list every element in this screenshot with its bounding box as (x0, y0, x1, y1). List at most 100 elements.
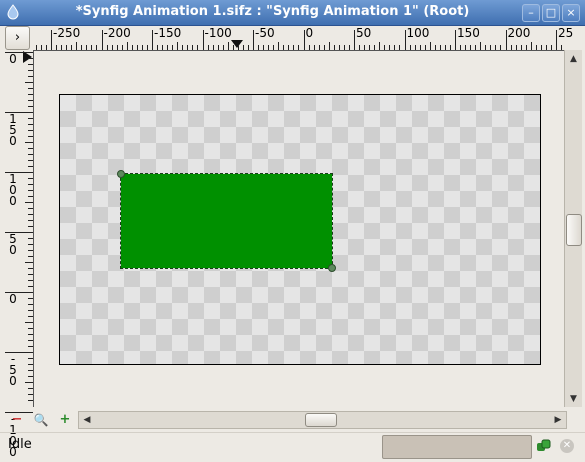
hruler-minor-tick (485, 45, 487, 50)
vertical-scroll-thumb[interactable] (566, 214, 582, 246)
horizontal-scroll-thumb[interactable] (305, 413, 337, 427)
vertical-scrollbar[interactable]: ▲ ▼ (564, 50, 582, 407)
vruler-minor-tick (28, 256, 33, 257)
hruler-minor-tick (157, 45, 159, 50)
vruler-major-tick (5, 352, 33, 353)
vruler-minor-tick (28, 298, 33, 299)
vruler-minor-tick (25, 382, 33, 383)
hruler-minor-tick (369, 45, 371, 50)
hruler-minor-tick (561, 45, 563, 50)
vruler-minor-tick (28, 154, 33, 155)
vruler-minor-tick (28, 244, 33, 245)
hruler-minor-tick (394, 45, 396, 50)
hruler-minor-tick (182, 45, 184, 50)
animation-mode-icon[interactable] (536, 438, 552, 454)
vruler-label: 5 0 (9, 232, 17, 257)
hruler-minor-tick (409, 45, 411, 50)
vruler-minor-tick (28, 64, 33, 65)
scroll-right-icon[interactable]: ▶ (551, 412, 565, 428)
hruler-major-tick (202, 30, 204, 50)
vruler-minor-tick (28, 316, 33, 317)
hruler-minor-tick (545, 45, 547, 50)
vruler-minor-tick (28, 148, 33, 149)
hruler-minor-tick (86, 45, 88, 50)
hruler-minor-tick (313, 45, 315, 50)
hruler-minor-tick (136, 45, 138, 50)
hruler-minor-tick (434, 45, 436, 50)
status-text: Idle (8, 437, 32, 452)
hruler-minor-tick (91, 45, 93, 50)
hruler-label: 100 (406, 26, 430, 40)
hruler-minor-tick (116, 45, 118, 50)
hruler-minor-tick (293, 45, 295, 50)
hruler-minor-tick (515, 45, 517, 50)
scroll-down-icon[interactable]: ▼ (565, 392, 582, 406)
rect-point1-handle[interactable] (117, 170, 125, 178)
vruler-minor-tick (25, 262, 33, 263)
hruler-minor-tick (146, 45, 148, 50)
maximize-icon[interactable]: □ (542, 4, 560, 22)
hruler-major-tick (404, 30, 406, 50)
zoom-in-icon[interactable]: + (56, 411, 74, 429)
hruler-minor-tick (278, 42, 280, 50)
vruler-minor-tick (28, 106, 33, 107)
hruler-minor-tick (414, 45, 416, 50)
hruler-minor-tick (242, 45, 244, 50)
hruler-label: -200 (103, 26, 131, 40)
hruler-minor-tick (374, 45, 376, 50)
hruler-major-tick (303, 30, 305, 50)
hruler-minor-tick (167, 45, 169, 50)
hruler-minor-tick (35, 45, 37, 50)
hruler-minor-tick (389, 45, 391, 50)
hruler-major-tick (505, 30, 507, 50)
hruler-minor-tick (268, 45, 270, 50)
hruler-minor-tick (232, 45, 234, 50)
hruler-minor-tick (328, 42, 330, 50)
hruler-minor-tick (187, 45, 189, 50)
vruler-minor-tick (28, 304, 33, 305)
minimize-icon[interactable]: – (522, 4, 540, 22)
horizontal-ruler: -250 -200 -150 -100 -50 0 50 100 150 200 25 (34, 26, 573, 51)
stop-icon[interactable]: ✕ (560, 439, 574, 453)
hruler-minor-tick (126, 42, 128, 50)
hruler-minor-tick (141, 45, 143, 50)
vruler-minor-tick (28, 160, 33, 161)
hruler-minor-tick (66, 45, 68, 50)
vruler-minor-tick (28, 286, 33, 287)
hruler-minor-tick (495, 45, 497, 50)
scroll-left-icon[interactable]: ◀ (80, 412, 94, 428)
green-rectangle-layer[interactable] (120, 173, 333, 269)
horizontal-scrollbar[interactable]: ◀ ▶ (78, 411, 567, 429)
hruler-label: 50 (356, 26, 372, 40)
vruler-minor-tick (28, 364, 33, 365)
vruler-minor-tick (28, 328, 33, 329)
toggle-ducks-button[interactable]: › (5, 26, 30, 50)
hruler-minor-tick (258, 45, 260, 50)
zoom-fit-icon[interactable]: 🔍 (32, 411, 50, 429)
hruler-minor-tick (470, 45, 472, 50)
vruler-minor-tick (28, 208, 33, 209)
vruler-minor-tick (28, 88, 33, 89)
hruler-minor-tick (288, 45, 290, 50)
vruler-label: 1 5 0 (9, 112, 17, 148)
scroll-up-icon[interactable]: ▲ (565, 52, 582, 66)
hruler-minor-tick (162, 45, 164, 50)
vruler-minor-tick (28, 118, 33, 119)
hruler-minor-tick (338, 45, 340, 50)
zoom-out-icon[interactable]: − (8, 411, 26, 429)
hruler-minor-tick (480, 42, 482, 50)
close-icon[interactable]: × (562, 4, 580, 22)
vruler-minor-tick (25, 322, 33, 323)
hruler-minor-tick (61, 45, 63, 50)
vruler-minor-tick (28, 238, 33, 239)
hruler-minor-tick (111, 45, 113, 50)
hruler-minor-tick (131, 45, 133, 50)
status-bar: Idle ✕ (0, 432, 585, 462)
render-progress-bar (382, 435, 532, 459)
hruler-label: -150 (154, 26, 182, 40)
hruler-minor-tick (429, 42, 431, 50)
hruler-minor-tick (510, 45, 512, 50)
rect-point2-handle[interactable] (328, 264, 336, 272)
hruler-minor-tick (333, 45, 335, 50)
hruler-minor-tick (348, 45, 350, 50)
